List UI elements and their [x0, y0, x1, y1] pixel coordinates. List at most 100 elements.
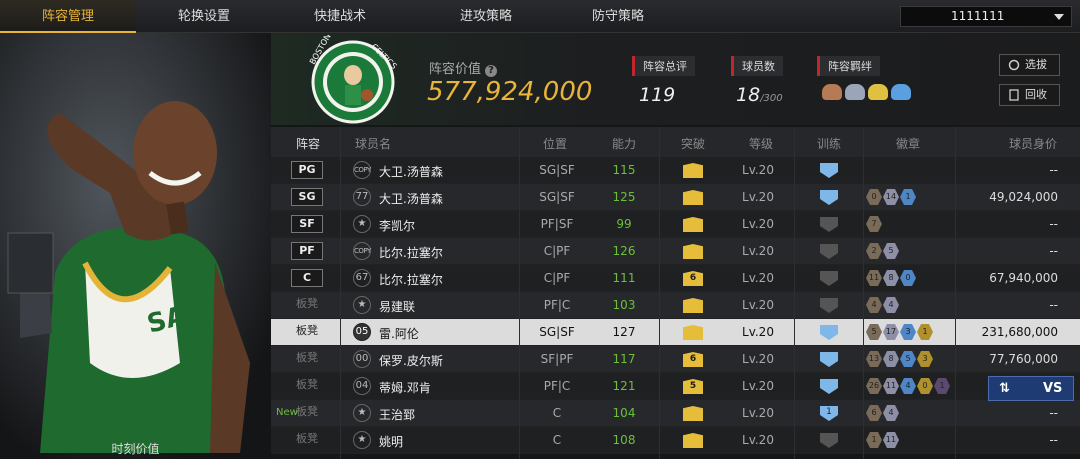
player-name[interactable]: 保罗.皮尔斯 [379, 352, 443, 369]
tab-rotation-settings[interactable]: 轮换设置 [136, 0, 272, 33]
badge-list[interactable]: 25 [866, 243, 899, 259]
player-position: SF|PF [540, 352, 574, 366]
badge-list[interactable]: 11 8 0 [866, 270, 916, 286]
badge-list[interactable]: 1 11 [866, 432, 899, 448]
badge-icon: 5 [900, 351, 916, 367]
badge-list[interactable]: 7 [866, 216, 882, 232]
star-icon: ★ [353, 431, 371, 449]
jersey-number: 00 [353, 350, 371, 368]
player-name[interactable]: 雷.阿伦 [379, 325, 419, 342]
training-shield-icon[interactable] [820, 352, 838, 367]
col-header-price[interactable]: 球员身价 [1009, 135, 1057, 152]
lineup-slot[interactable]: C [291, 269, 323, 287]
table-row[interactable]: C 67 比尔.拉塞尔 C|PF 111 6 Lv.20 11 8 0 67,940,000 [271, 265, 1080, 292]
player-level: Lv.20 [742, 325, 774, 339]
lineup-slot[interactable]: PF [291, 242, 323, 260]
col-header-position[interactable]: 位置 [543, 135, 567, 152]
player-name[interactable]: 姚明 [379, 433, 403, 450]
vs-label: VS [1043, 381, 1063, 396]
table-row[interactable]: 板凳 New ★ 王治郅 C 104 Lv.20 1 6 4 -- [271, 400, 1080, 427]
bond-icon[interactable] [868, 84, 888, 100]
user-select-dropdown[interactable]: 1111111 [900, 6, 1072, 27]
breakthrough-crown-icon [683, 190, 703, 205]
training-shield-icon[interactable] [820, 325, 838, 340]
table-row[interactable]: 板凳 00 保罗.皮尔斯 SF|PF 117 6 Lv.20 13 8 5 3 77,760,000 [271, 346, 1080, 373]
tab-quick-tactics[interactable]: 快捷战术 [272, 0, 408, 33]
player-name[interactable]: 大卫.汤普森 [379, 163, 443, 180]
training-level: 1 [826, 407, 832, 417]
training-shield-icon[interactable] [820, 190, 838, 205]
bond-icon[interactable] [822, 84, 842, 100]
player-level: Lv.20 [742, 163, 774, 177]
badge-icon: 6 [866, 405, 882, 421]
lineup-slot[interactable]: SG [291, 188, 323, 206]
badge-list[interactable]: 26 11 4 0 1 [866, 378, 950, 394]
overall-rating-stat: 阵容总评 119 [632, 55, 695, 106]
player-name[interactable]: 大卫.汤普森 [379, 190, 443, 207]
badge-icon: 5 [883, 243, 899, 259]
badge-list[interactable]: 13 8 5 3 [866, 351, 933, 367]
player-level: Lv.20 [742, 244, 774, 258]
player-ability: 103 [612, 298, 636, 312]
recall-button[interactable]: 回收 [999, 84, 1060, 106]
jersey-number: 04 [353, 377, 371, 395]
swap-icon: ⇅ [999, 381, 1010, 396]
badge-icon: 0 [917, 378, 933, 394]
table-row[interactable]: SF ★ 李凯尔 PF|SF 99 Lv.20 7 -- [271, 211, 1080, 238]
bond-icon[interactable] [845, 84, 865, 100]
compare-vs-button[interactable]: ⇅ VS [988, 376, 1074, 401]
table-row[interactable]: 板凳 ★ 姚明 C 108 Lv.20 1 11 -- [271, 427, 1080, 454]
player-name[interactable]: 蒂姆.邓肯 [379, 379, 431, 396]
badge-icon: 4 [900, 378, 916, 394]
training-shield-icon[interactable] [820, 244, 838, 259]
col-header-level[interactable]: 等级 [749, 135, 773, 152]
col-header-ability[interactable]: 能力 [612, 135, 636, 152]
player-position: SG|SF [539, 190, 575, 204]
training-shield-icon[interactable] [820, 298, 838, 313]
badge-icon: 14 [883, 189, 899, 205]
select-players-button[interactable]: 选拔 [999, 54, 1060, 76]
tab-defense-strategy[interactable]: 防守策略 [550, 0, 686, 33]
table-row[interactable]: SG 77 大卫.汤普森 SG|SF 125 Lv.20 0 14 1 49,024,000 [271, 184, 1080, 211]
lineup-slot: 板凳 [296, 297, 318, 310]
col-header-breakthrough[interactable]: 突破 [681, 135, 705, 152]
training-shield-icon[interactable] [820, 217, 838, 232]
bond-icon[interactable] [891, 84, 911, 100]
table-row[interactable]: PF COPY 比尔.拉塞尔 C|PF 126 Lv.20 2 5 -- [271, 238, 1080, 265]
breakthrough-crown-icon [683, 244, 703, 259]
tab-lineup-management[interactable]: 阵容管理 [0, 0, 136, 33]
player-ability: 125 [612, 190, 636, 204]
player-name[interactable]: 王治郅 [379, 406, 415, 423]
table-row[interactable]: PG COPY 大卫.汤普森 SG|SF 115 Lv.20 -- [271, 157, 1080, 184]
player-price: -- [1049, 406, 1058, 420]
table-row[interactable]: 板凳 05 雷.阿伦 SG|SF 127 Lv.20 5 17 3 1 231,680,000 [271, 319, 1080, 346]
badge-list[interactable]: 0 14 1 [866, 189, 916, 205]
help-icon[interactable]: ? [485, 65, 498, 77]
badge-icon: 8 [883, 351, 899, 367]
badge-list[interactable]: 44 [866, 297, 899, 313]
table-row[interactable]: 板凳 04 蒂姆.邓肯 PF|C 121 5 Lv.20 26114011 [271, 373, 1080, 400]
training-shield-icon[interactable] [820, 163, 838, 178]
breakthrough-crown-icon [683, 217, 703, 232]
training-shield-icon[interactable] [820, 433, 838, 448]
badge-list[interactable]: 64 [866, 405, 899, 421]
lineup-slot[interactable]: PG [291, 161, 323, 179]
training-shield-icon[interactable] [820, 379, 838, 394]
player-name[interactable]: 易建联 [379, 298, 415, 315]
player-level: Lv.20 [742, 298, 774, 312]
badge-icon: 3 [900, 324, 916, 340]
player-ability: 126 [612, 244, 636, 258]
table-row[interactable]: 板凳 ★ 易建联 PF|C 103 Lv.20 4 4 -- [271, 292, 1080, 319]
player-name[interactable]: 比尔.拉塞尔 [379, 244, 443, 261]
overall-rating-value: 119 [639, 84, 676, 106]
badge-icon: 4 [883, 297, 899, 313]
tab-offense-strategy[interactable]: 进攻策略 [418, 0, 554, 33]
lineup-slot[interactable]: SF [291, 215, 323, 233]
player-price: -- [1049, 244, 1058, 258]
badge-list[interactable]: 5 17 3 1 [866, 324, 933, 340]
training-shield-icon[interactable] [820, 271, 838, 286]
player-name[interactable]: 比尔.拉塞尔 [379, 271, 443, 288]
player-name[interactable]: 李凯尔 [379, 217, 415, 234]
jersey-number: 05 [353, 323, 371, 341]
training-shield-icon[interactable]: 1 [820, 406, 838, 421]
